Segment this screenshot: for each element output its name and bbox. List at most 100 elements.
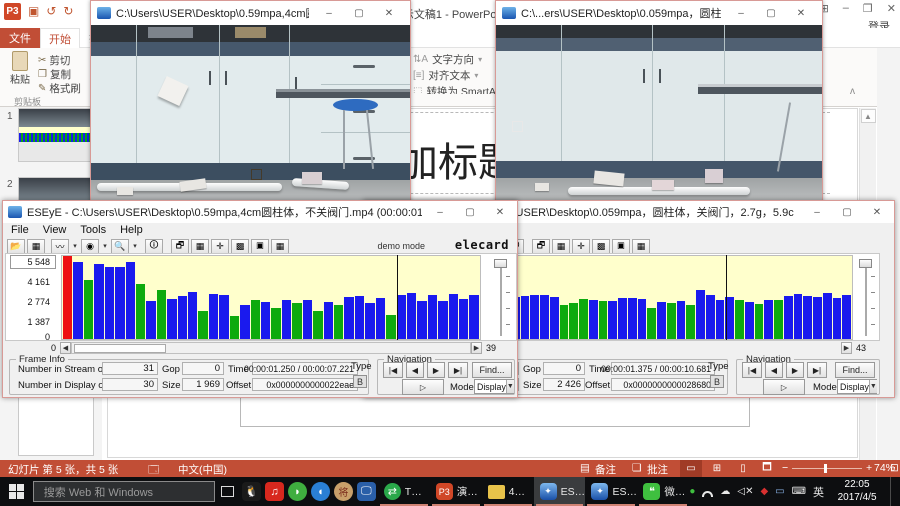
find-button[interactable]: Find... (472, 362, 512, 378)
first-frame-button[interactable]: |◀ (742, 362, 762, 378)
cut-button[interactable]: ✂ 剪切 (38, 53, 70, 68)
paste-button[interactable]: 粘贴 (5, 51, 35, 91)
grid-view-icon[interactable]: ▦ (552, 239, 570, 254)
close-button[interactable]: ✕ (786, 3, 816, 23)
undo-icon[interactable]: ↺ (46, 3, 56, 20)
taskbar-app-wechat[interactable]: ❝ 微… (637, 477, 689, 506)
powerpoint-logo-icon[interactable]: P3 (4, 3, 21, 20)
notes-button[interactable]: 备注 (595, 462, 616, 477)
slide-thumbnail-1[interactable] (18, 108, 94, 162)
close-button[interactable]: ✕ (887, 2, 896, 15)
chart-scrollbar[interactable] (71, 342, 471, 354)
colored-blocks-icon[interactable]: 🞕 (612, 239, 630, 254)
close-button[interactable]: ✕ (862, 202, 892, 222)
netease-music-icon[interactable]: ♫ (263, 477, 286, 506)
chart-icon[interactable]: 〰 (51, 239, 69, 254)
close-button[interactable]: ✕ (485, 202, 515, 222)
taskbar-app-eseye2[interactable]: ✦ ES… (585, 477, 637, 506)
chart-cursor[interactable] (397, 255, 398, 340)
scroll-left-icon[interactable]: ◀ (60, 342, 71, 354)
align-text-button[interactable]: [≡] 对齐文本▾ (413, 68, 478, 83)
minimize-button[interactable]: – (802, 202, 832, 222)
menu-tools[interactable]: Tools (80, 224, 106, 236)
qq-icon[interactable]: 🐧 (240, 477, 263, 506)
frame-size-chart[interactable] (61, 255, 481, 340)
touch-keyboard-icon[interactable]: ⌨ (792, 486, 806, 497)
minimize-button[interactable]: – (425, 202, 455, 222)
save-icon[interactable]: ▦ (27, 239, 45, 254)
tab-home[interactable]: 开始 (40, 28, 80, 48)
bird-app-icon[interactable]: ◖ (309, 477, 332, 506)
split-view-icon[interactable]: 🗗 (171, 239, 189, 254)
video2-titlebar[interactable]: C:\...ers\USER\Desktop\0.059mpa，圆柱体，关阀门，… (496, 1, 822, 25)
minimize-button[interactable]: – (843, 2, 849, 15)
first-frame-button[interactable]: |◀ (383, 362, 403, 378)
vectors-icon[interactable]: ✛ (211, 239, 229, 254)
collapse-ribbon-icon[interactable]: ᴧ (850, 86, 855, 97)
video-player-icon[interactable]: 🖵 (355, 477, 378, 506)
copy-button[interactable]: ❐ 复制 (38, 67, 71, 82)
maximize-button[interactable]: ▢ (455, 202, 485, 222)
parrot-app-icon[interactable]: ◗ (286, 477, 309, 506)
prev-frame-button[interactable]: ◀ (406, 362, 424, 378)
speaker-muted-icon[interactable]: ◁✕ (737, 486, 753, 497)
split-view-icon[interactable]: 🗗 (532, 239, 550, 254)
wechat-tray-icon[interactable]: ● (689, 486, 695, 497)
scroll-right-icon[interactable]: ▶ (841, 342, 852, 354)
taskbar-app-t[interactable]: ⇄ T… (378, 477, 430, 506)
ime-indicator[interactable]: 英 (813, 484, 824, 500)
tab-file[interactable]: 文件 (0, 28, 40, 48)
taskbar-app-folder[interactable]: 4… (482, 477, 534, 506)
chinese-chess-icon[interactable]: 将 (332, 477, 355, 506)
zoom-slider-handle[interactable] (824, 464, 827, 473)
text-direction-button[interactable]: ⇅A 文字方向▾ (413, 52, 482, 67)
maximize-button[interactable]: ▢ (344, 3, 374, 23)
menu-view[interactable]: View (43, 224, 67, 236)
chart-zoom-slider[interactable] (859, 256, 873, 340)
blocks-icon[interactable]: ▩ (231, 239, 249, 254)
fit-to-window-icon[interactable]: ⊡ (890, 462, 899, 474)
close-button[interactable]: ✕ (374, 3, 404, 23)
blocks-icon[interactable]: ▩ (592, 239, 610, 254)
last-frame-button[interactable]: ▶| (448, 362, 468, 378)
eseye1-titlebar[interactable]: ESEyE - C:\Users\USER\Desktop\0.59mpa,4c… (3, 201, 517, 223)
find-button[interactable]: Find... (835, 362, 875, 378)
minimize-button[interactable]: – (726, 3, 756, 23)
zoom-slider-track[interactable] (792, 468, 862, 469)
maximize-button[interactable]: ▢ (756, 3, 786, 23)
scroll-right-icon[interactable]: ▶ (471, 342, 482, 354)
play-button[interactable]: ▷ (402, 379, 444, 395)
next-frame-button[interactable]: ▶ (427, 362, 445, 378)
vectors-icon[interactable]: ✛ (572, 239, 590, 254)
task-view-button[interactable] (215, 477, 240, 506)
video2-frame[interactable] (496, 25, 822, 209)
cloud-icon[interactable]: ☁ (720, 486, 730, 497)
mode-dropdown[interactable]: Display ▼ (474, 379, 514, 394)
network-icon[interactable] (702, 491, 713, 497)
scroll-up-icon[interactable]: ▲ (861, 109, 876, 123)
monitor-icon[interactable]: ▭ (775, 486, 784, 497)
color-wheel-icon[interactable]: ◉ (81, 239, 99, 254)
dense-grid-icon[interactable]: ▦ (632, 239, 650, 254)
zoom-out-button[interactable]: − (782, 462, 788, 474)
video1-titlebar[interactable]: C:\Users\USER\Desktop\0.59mpa,4cm圆柱体，不关.… (91, 1, 410, 25)
maximize-button[interactable]: ▢ (832, 202, 862, 222)
comments-button[interactable]: 批注 (647, 462, 668, 477)
dense-grid-icon[interactable]: ▦ (271, 239, 289, 254)
open-icon[interactable]: 📂 (7, 239, 25, 254)
grid-view-icon[interactable]: ▦ (191, 239, 209, 254)
show-desktop-button[interactable] (890, 477, 894, 506)
next-frame-button[interactable]: ▶ (786, 362, 804, 378)
view-slideshow-button[interactable]: 🗖 (756, 460, 778, 477)
restore-button[interactable]: ❐ (863, 2, 873, 15)
chart-zoom-slider[interactable] (494, 256, 508, 340)
security-badge-icon[interactable]: ◆ (760, 486, 768, 497)
play-button[interactable]: ▷ (763, 379, 805, 395)
info-icon[interactable]: 🛈 (145, 239, 163, 254)
menu-help[interactable]: Help (120, 224, 143, 236)
taskbar-app-powerpoint[interactable]: P3 演… (430, 477, 482, 506)
taskbar-clock[interactable]: 22:05 2017/4/5 (831, 479, 883, 504)
view-reading-button[interactable]: ▯ (732, 460, 754, 477)
language-indicator[interactable]: 中文(中国) (178, 462, 227, 477)
save-icon[interactable]: ▣ (28, 3, 39, 20)
